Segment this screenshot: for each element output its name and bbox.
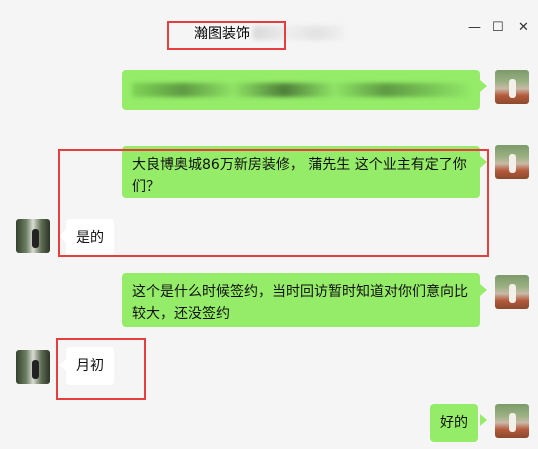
maximize-icon[interactable]: ☐ xyxy=(492,18,504,38)
avatar[interactable] xyxy=(495,404,529,438)
message-bubble-sent[interactable] xyxy=(122,70,480,110)
avatar[interactable] xyxy=(16,350,50,384)
highlight-box xyxy=(58,149,489,257)
message-bubble-sent[interactable]: 这个是什么时候签约，当时回访暂时知道对你们意向比较大，还没签约 xyxy=(122,273,480,327)
avatar[interactable] xyxy=(16,219,50,253)
redacted-text xyxy=(132,83,470,97)
minimize-icon[interactable]: — xyxy=(468,18,481,38)
avatar[interactable] xyxy=(495,275,529,309)
close-icon[interactable]: ✕ xyxy=(518,18,529,38)
avatar[interactable] xyxy=(495,145,529,179)
highlight-box xyxy=(56,338,146,400)
bubble-tail xyxy=(480,284,487,296)
message-text: 好的 xyxy=(440,415,468,431)
message-text: 这个是什么时候签约，当时回访暂时知道对你们意向比较大，还没签约 xyxy=(132,284,468,322)
bubble-tail xyxy=(480,80,487,92)
avatar[interactable] xyxy=(495,70,529,104)
title-highlight-box xyxy=(167,21,286,50)
bubble-tail xyxy=(480,414,487,426)
message-bubble-sent[interactable]: 好的 xyxy=(430,404,478,442)
